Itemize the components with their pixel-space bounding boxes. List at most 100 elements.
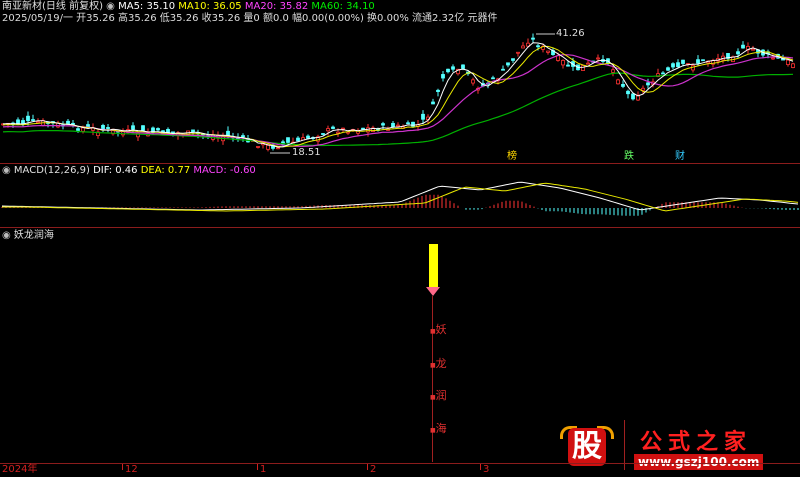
candle-body: [431, 101, 435, 105]
panel-divider-2: [0, 227, 800, 228]
candle-body: [446, 68, 450, 73]
indicator-settings-icon[interactable]: ◉: [2, 230, 11, 241]
candle-body: [771, 57, 775, 60]
candle-body: [71, 122, 75, 125]
candle-body: [81, 127, 85, 132]
candle-body: [631, 93, 635, 100]
candle-body: [506, 62, 510, 66]
candle-body: [786, 59, 790, 65]
candle-body: [516, 51, 520, 54]
candle-body: [76, 128, 80, 131]
candle-body: [531, 37, 535, 40]
candle-body: [566, 64, 570, 67]
candle-body: [521, 45, 525, 49]
macd-chart[interactable]: [0, 168, 800, 228]
axis-label-2024: 2024年: [2, 464, 38, 475]
candle-body: [396, 124, 400, 127]
candle-body: [226, 130, 230, 136]
candle-body: [66, 120, 70, 125]
candle-body: [741, 44, 745, 49]
candle-body: [296, 137, 300, 142]
candle-body: [406, 122, 410, 125]
candle-body: [641, 87, 645, 91]
candle-body: [331, 126, 335, 129]
candle-body: [536, 45, 540, 48]
candle-body: [171, 131, 175, 134]
watermark-logo-char: 股: [568, 428, 606, 466]
candle-body: [256, 146, 260, 148]
candle-body: [436, 89, 440, 92]
low-price-label: 18.51: [292, 147, 321, 158]
candle-body: [586, 62, 590, 65]
candle-body: [791, 63, 795, 68]
watermark-logo: 股: [560, 422, 614, 468]
candle-body: [266, 144, 270, 150]
candle-body: [191, 129, 195, 133]
candle-body: [241, 135, 245, 138]
axis-label-1: 1: [260, 464, 267, 475]
candle-body: [461, 64, 465, 69]
panel-divider: [0, 163, 800, 164]
indicator-title: 妖龙润海: [13, 230, 54, 241]
candle-body: [696, 59, 700, 64]
signal-diamond-icon: [426, 287, 440, 296]
candle-body: [471, 79, 475, 84]
candle-body: [391, 122, 395, 128]
candle-body: [451, 66, 455, 70]
candle-body: [561, 60, 565, 66]
candle-body: [736, 51, 740, 55]
signal-vertical-line: [432, 296, 433, 462]
candle-body: [546, 50, 550, 53]
candle-body: [131, 125, 135, 130]
candle-body: [511, 58, 515, 61]
candle-body: [676, 62, 680, 68]
axis-tick: [122, 464, 123, 470]
candle-body: [381, 123, 385, 126]
candle-body: [361, 127, 365, 130]
candle-body: [616, 79, 620, 85]
candle-body: [141, 125, 145, 131]
signal-char-run: ■润: [430, 389, 447, 402]
signal-char-hai: ■海: [430, 422, 447, 435]
watermark-url: www.gszj100.com: [634, 454, 764, 470]
axis-tick: [480, 464, 481, 470]
axis-divider: [0, 463, 800, 464]
candle-body: [681, 59, 685, 64]
axis-tick: [257, 464, 258, 470]
candle-body: [611, 69, 615, 73]
axis-tick: [367, 464, 368, 470]
candle-body: [501, 68, 505, 71]
event-marker-cai[interactable]: 财: [675, 151, 685, 163]
candle-body: [321, 133, 325, 135]
candle-body: [421, 113, 425, 120]
candle-body: [751, 48, 755, 51]
candle-body: [661, 72, 665, 75]
candle-body: [26, 115, 30, 122]
price-chart[interactable]: [0, 0, 800, 165]
high-price-label: 41.26: [556, 28, 585, 39]
candle-body: [671, 63, 675, 68]
candle-body: [341, 127, 345, 130]
candle-body: [106, 127, 110, 129]
signal-char-long: ■龙: [430, 357, 447, 370]
candle-body: [326, 128, 330, 132]
candle-body: [581, 65, 585, 71]
candle-body: [621, 84, 625, 87]
watermark-brand: 公式之家: [640, 430, 753, 455]
event-marker-bang[interactable]: 榜: [507, 151, 517, 163]
event-marker-die[interactable]: 跌: [624, 151, 634, 163]
candle-body: [31, 119, 35, 121]
candle-body: [441, 74, 445, 79]
axis-label-2: 2: [370, 464, 377, 475]
signal-yellow-bar: [429, 244, 438, 289]
signal-char-yao: ■妖: [430, 323, 447, 336]
candle-body: [491, 77, 495, 80]
candle-body: [276, 147, 280, 150]
candle-body: [666, 67, 670, 71]
axis-label-12: 12: [125, 464, 138, 475]
candle-body: [36, 121, 40, 124]
candle-body: [596, 57, 600, 60]
candle-body: [626, 90, 630, 95]
candle-body: [286, 137, 290, 143]
axis-label-3: 3: [483, 464, 490, 475]
